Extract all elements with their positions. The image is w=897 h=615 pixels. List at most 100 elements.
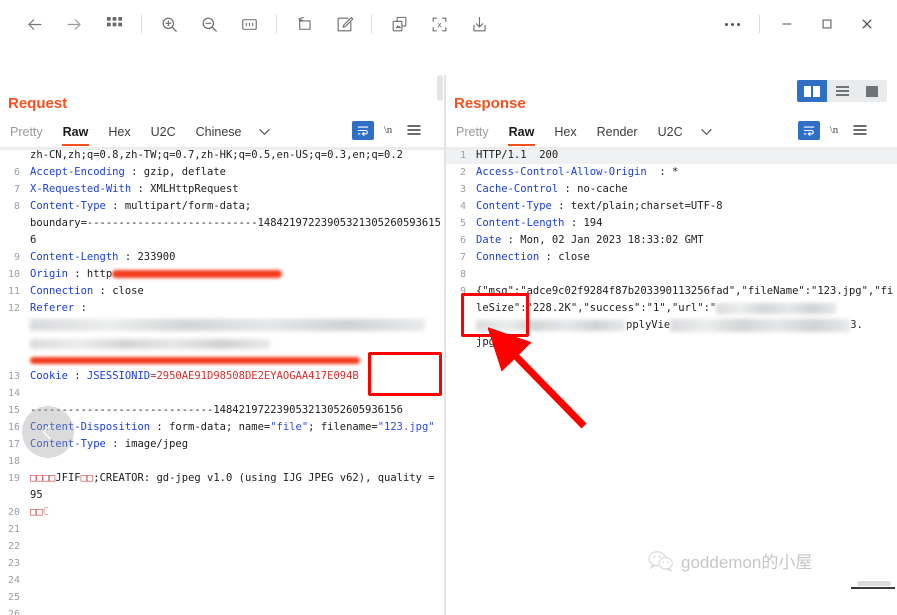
- response-code-top-strip: [446, 147, 897, 150]
- response-pane: Response Pretty Raw Hex Render U2C \n 1 HTTP/…: [446, 75, 897, 615]
- request-newline-button[interactable]: \n: [376, 119, 400, 141]
- request-tab-u2c[interactable]: U2C: [141, 120, 186, 144]
- code-token: Cache-Control: [476, 183, 559, 195]
- code-line: 9 {"msg":"adce9c02f9284f87b203390113256fa…: [446, 283, 897, 351]
- line-number: 6: [13, 167, 20, 178]
- split-vertical-layout-button[interactable]: [797, 80, 827, 102]
- code-token: multipart/form-data;: [124, 200, 252, 212]
- response-tab-pretty[interactable]: Pretty: [446, 120, 499, 144]
- code-line: 7 X-Requested-With : XMLHttpRequest: [0, 181, 444, 198]
- code-token: http: [86, 268, 113, 280]
- code-token: :: [118, 251, 138, 263]
- code-line: 10 Origin : http: [0, 266, 444, 283]
- line-text: boundary=---------------------------1484…: [26, 215, 444, 249]
- code-line: 22: [0, 538, 444, 555]
- maximize-button[interactable]: [807, 7, 847, 41]
- line-number: 20: [7, 507, 20, 518]
- stacked-layout-button[interactable]: [827, 80, 857, 102]
- extract-text-icon[interactable]: x: [419, 7, 459, 41]
- more-options-button[interactable]: [712, 7, 752, 41]
- edit-icon[interactable]: [324, 7, 364, 41]
- code-token: Content-Type: [476, 200, 552, 212]
- code-token: :: [646, 166, 672, 178]
- line-number: 9: [459, 286, 466, 297]
- line-text: Access-Control-Allow-Origin : *: [472, 164, 897, 181]
- response-tab-raw[interactable]: Raw: [499, 120, 545, 146]
- line-text: -----------------------------14842197223…: [26, 402, 444, 419]
- line-number: 8: [459, 269, 466, 280]
- response-wordwrap-button[interactable]: [798, 120, 820, 140]
- copy-image-icon[interactable]: [379, 7, 419, 41]
- request-menu-button[interactable]: [402, 119, 426, 141]
- line-text: [472, 266, 897, 283]
- line-number: 25: [7, 592, 20, 603]
- line-text: Content-Length : 194: [472, 215, 897, 232]
- minimize-button[interactable]: [767, 7, 807, 41]
- request-tab-actions: \n: [352, 119, 426, 141]
- redacted-bar: [112, 270, 283, 278]
- zoom-in-icon[interactable]: [149, 7, 189, 41]
- code-token: "file": [270, 421, 309, 433]
- single-pane-icon: [866, 85, 878, 97]
- response-hscrollbar[interactable]: [857, 581, 891, 586]
- code-token: HTTP/1.1 200: [476, 149, 559, 161]
- response-newline-button[interactable]: \n: [822, 119, 846, 141]
- response-tab-hex[interactable]: Hex: [544, 120, 586, 144]
- line-number: 24: [7, 575, 20, 586]
- request-tab-chinese[interactable]: Chinese: [186, 120, 252, 144]
- close-button[interactable]: [847, 7, 887, 41]
- line-number: 15: [7, 405, 20, 416]
- code-line: 8: [446, 266, 897, 283]
- download-icon[interactable]: [459, 7, 499, 41]
- request-tab-hex[interactable]: Hex: [98, 120, 140, 144]
- code-token: X-Requested-With: [30, 183, 132, 195]
- response-tab-render[interactable]: Render: [587, 120, 648, 144]
- actual-size-icon[interactable]: [229, 7, 269, 41]
- response-tab-u2c[interactable]: U2C: [648, 120, 693, 144]
- code-token: :: [67, 370, 87, 382]
- request-response-panes: Request Pretty Raw Hex U2C Chinese \n zh-CN,…: [0, 75, 897, 615]
- line-text: {"msg":"adce9c02f9284f87b203390113256fad…: [472, 283, 897, 351]
- blurred-url-part-3: [670, 318, 851, 332]
- request-chevron-down-icon[interactable]: [251, 120, 278, 144]
- code-token: boundary=---------------------------1484…: [30, 217, 441, 246]
- single-pane-layout-button[interactable]: [857, 80, 887, 102]
- line-text: [26, 555, 444, 572]
- stacked-icon: [835, 84, 849, 98]
- code-token: Access-Control-Allow-Origin: [476, 166, 647, 178]
- code-token: □□: [80, 472, 94, 484]
- request-tab-pretty[interactable]: Pretty: [0, 120, 53, 144]
- response-body-code[interactable]: 1 HTTP/1.1 200 2 Access-Control-Allow-Origi…: [446, 147, 897, 615]
- newline-glyph-2: \n: [829, 124, 839, 136]
- response-title: Response: [454, 95, 526, 112]
- back-arrow-icon[interactable]: [14, 7, 54, 41]
- rotate-icon[interactable]: [284, 7, 324, 41]
- previous-image-button[interactable]: [22, 406, 74, 458]
- code-token: -----------------------------14842197223…: [30, 404, 403, 416]
- code-token: :: [150, 421, 170, 433]
- line-number: 7: [13, 184, 20, 195]
- line-text: Cookie : JSESSIONID=2950AE91D98508DE2EYA…: [26, 368, 444, 385]
- code-token: ; filename=: [308, 421, 378, 433]
- grid-thumbnails-icon[interactable]: [94, 7, 134, 41]
- code-line: 18: [0, 453, 444, 470]
- request-scrollbar[interactable]: [437, 75, 443, 101]
- line-number: 22: [7, 541, 20, 552]
- watermark: goddemon的小屋: [648, 548, 812, 573]
- zoom-out-icon[interactable]: [189, 7, 229, 41]
- request-wordwrap-button[interactable]: [352, 120, 374, 140]
- response-menu-button[interactable]: [848, 119, 872, 141]
- request-body-code[interactable]: zh-CN,zh;q=0.8,zh-TW;q=0.7,zh-HK;q=0.5,e…: [0, 147, 444, 615]
- request-tab-raw[interactable]: Raw: [53, 120, 99, 146]
- forward-arrow-icon[interactable]: [54, 7, 94, 41]
- code-line: boundary=---------------------------1484…: [0, 215, 444, 249]
- code-line: 23: [0, 555, 444, 572]
- code-line: 11 Connection : close: [0, 283, 444, 300]
- code-line: 3 Cache-Control : no-cache: [446, 181, 897, 198]
- line-number: 18: [7, 456, 20, 467]
- code-line: 14: [0, 385, 444, 402]
- code-line: 7 Connection : close: [446, 249, 897, 266]
- line-text: Content-Type : image/jpeg: [26, 436, 444, 453]
- response-chevron-down-icon[interactable]: [693, 120, 720, 144]
- line-text: [26, 521, 444, 538]
